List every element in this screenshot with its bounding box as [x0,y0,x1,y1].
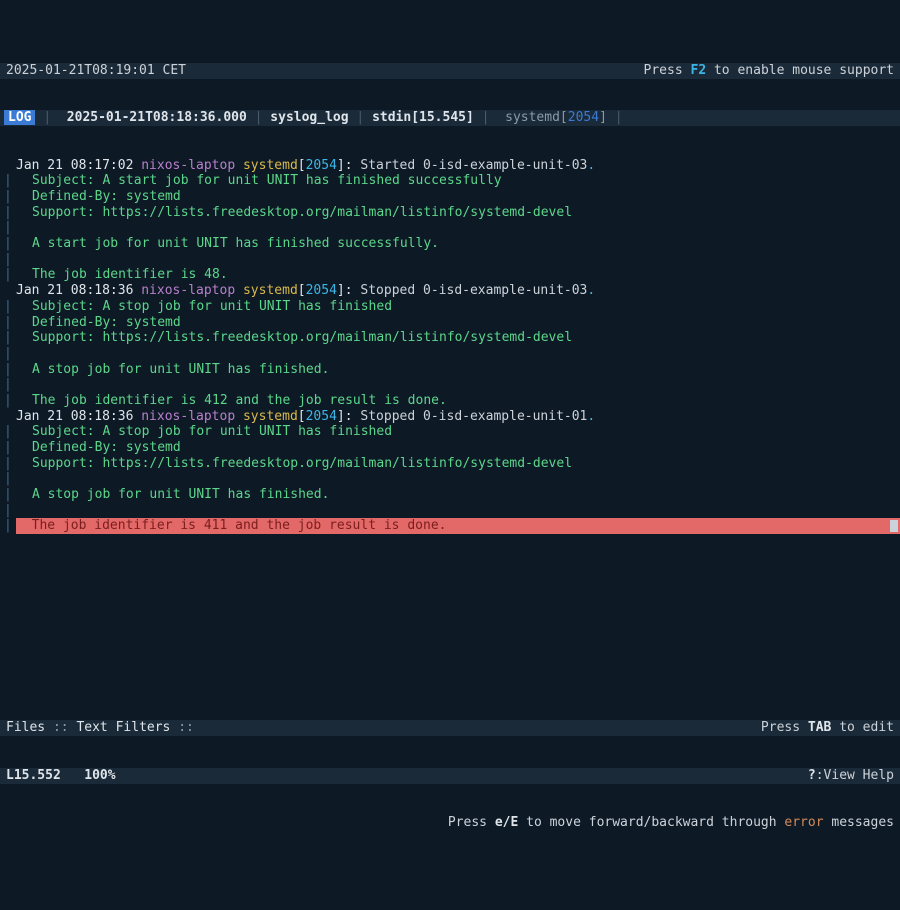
mouse-hint: Press F2 to enable mouse support [644,63,894,79]
log-highlighted-line[interactable]: | The job identifier is 411 and the job … [0,518,900,534]
tab-key-hint: TAB [808,720,831,735]
log-body-line[interactable]: |The job identifier is 412 and the job r… [0,393,900,409]
log-body-line[interactable]: |The job identifier is 48. [0,267,900,283]
log-header-line[interactable]: Jan 21 08:17:02 nixos-laptop systemd[205… [0,158,900,174]
log-body-line[interactable]: |A start job for unit UNIT has finished … [0,236,900,252]
f2-key-hint: F2 [691,63,707,78]
top-status-bar: 2025-01-21T08:19:01 CET Press F2 to enab… [0,63,900,79]
current-timestamp: 2025-01-21T08:18:36.000 [67,110,247,125]
files-filters-breadcrumb[interactable]: Files :: Text Filters :: [6,720,194,736]
bottom-hint-bar: Press e/E to move forward/backward throu… [0,815,900,831]
log-body-line[interactable]: |Subject: A stop job for unit UNIT has f… [0,299,900,315]
log-body-line[interactable]: |Defined-By: systemd [0,315,900,331]
log-viewport[interactable]: Jan 21 08:17:02 nixos-laptop systemd[205… [0,158,900,658]
log-blank-line: | [0,471,900,487]
error-nav-keys: e/E [495,815,518,830]
log-body-line[interactable]: |Defined-By: systemd [0,189,900,205]
log-body-line[interactable]: |Subject: A stop job for unit UNIT has f… [0,424,900,440]
source-name[interactable]: syslog_log [270,110,348,125]
process-name: systemd [505,110,560,125]
help-key: ? [808,768,816,783]
log-blank-line: | [0,220,900,236]
log-body-line[interactable]: |A stop job for unit UNIT has finished. [0,487,900,503]
footer-status-2: L15.552 100% ?:View Help [0,768,900,784]
log-body-line[interactable]: |Support: https://lists.freedesktop.org/… [0,456,900,472]
position-indicator: L15.552 100% [6,768,116,784]
log-header-line[interactable]: Jan 21 08:18:36 nixos-laptop systemd[205… [0,283,900,299]
tab-bar[interactable]: LOG | 2025-01-21T08:18:36.000 | syslog_l… [0,110,900,126]
log-body-line[interactable]: |Support: https://lists.freedesktop.org/… [0,330,900,346]
log-body-line[interactable]: |Defined-By: systemd [0,440,900,456]
log-blank-line: | [0,503,900,519]
help-hint: ?:View Help [808,768,894,784]
log-mode-badge[interactable]: LOG [4,110,35,125]
log-blank-line: | [0,252,900,268]
log-body-line[interactable]: |Support: https://lists.freedesktop.org/… [0,205,900,221]
log-blank-line: | [0,346,900,362]
log-header-line[interactable]: Jan 21 08:18:36 nixos-laptop systemd[205… [0,409,900,425]
scrollbar-thumb[interactable] [890,520,898,532]
error-word: error [784,815,823,830]
stdin-indicator: stdin[15.545] [372,110,474,125]
log-body-line[interactable]: |Subject: A start job for unit UNIT has … [0,173,900,189]
clock-timestamp: 2025-01-21T08:19:01 CET [6,63,186,79]
log-body-line[interactable]: |A stop job for unit UNIT has finished. [0,362,900,378]
process-pid: 2054 [568,110,599,125]
footer-status-1: Files :: Text Filters :: Press TAB to ed… [0,720,900,736]
log-blank-line: | [0,377,900,393]
tab-edit-hint: Press TAB to edit [761,720,894,736]
